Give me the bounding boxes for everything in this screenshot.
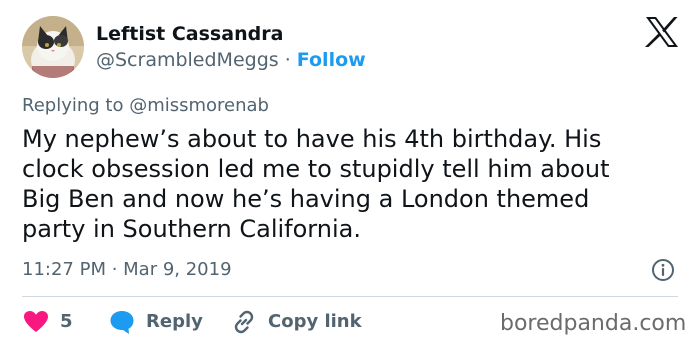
link-icon	[230, 308, 258, 336]
separator-dot: ·	[278, 49, 297, 71]
timestamp[interactable]: 11:27 PM · Mar 9, 2019	[22, 258, 232, 282]
avatar[interactable]	[22, 16, 84, 78]
follow-button[interactable]: Follow	[297, 49, 366, 71]
like-button[interactable]: 5	[22, 308, 73, 336]
replying-to: Replying to @missmorenab	[22, 95, 269, 116]
tweet-card: Leftist Cassandra @ScrambledMeggs · Foll…	[0, 0, 700, 348]
heart-icon	[22, 308, 50, 336]
boredpanda-watermark: boredpanda.com	[500, 311, 687, 336]
like-count: 5	[60, 311, 73, 332]
reply-label: Reply	[146, 311, 203, 332]
info-icon[interactable]	[651, 258, 675, 282]
cat-avatar-image	[22, 16, 84, 78]
display-name[interactable]: Leftist Cassandra	[96, 22, 283, 46]
speech-bubble-icon	[108, 308, 136, 336]
reply-button[interactable]: Reply	[108, 308, 203, 336]
divider	[22, 296, 678, 297]
tweet-text: My nephew’s about to have his 4th birthd…	[22, 125, 610, 243]
handle-line: @ScrambledMeggs · Follow	[96, 48, 366, 72]
copy-link-label: Copy link	[268, 311, 362, 332]
x-logo-icon[interactable]	[644, 16, 680, 48]
user-handle[interactable]: @ScrambledMeggs	[96, 49, 279, 71]
copy-link-button[interactable]: Copy link	[230, 308, 362, 336]
